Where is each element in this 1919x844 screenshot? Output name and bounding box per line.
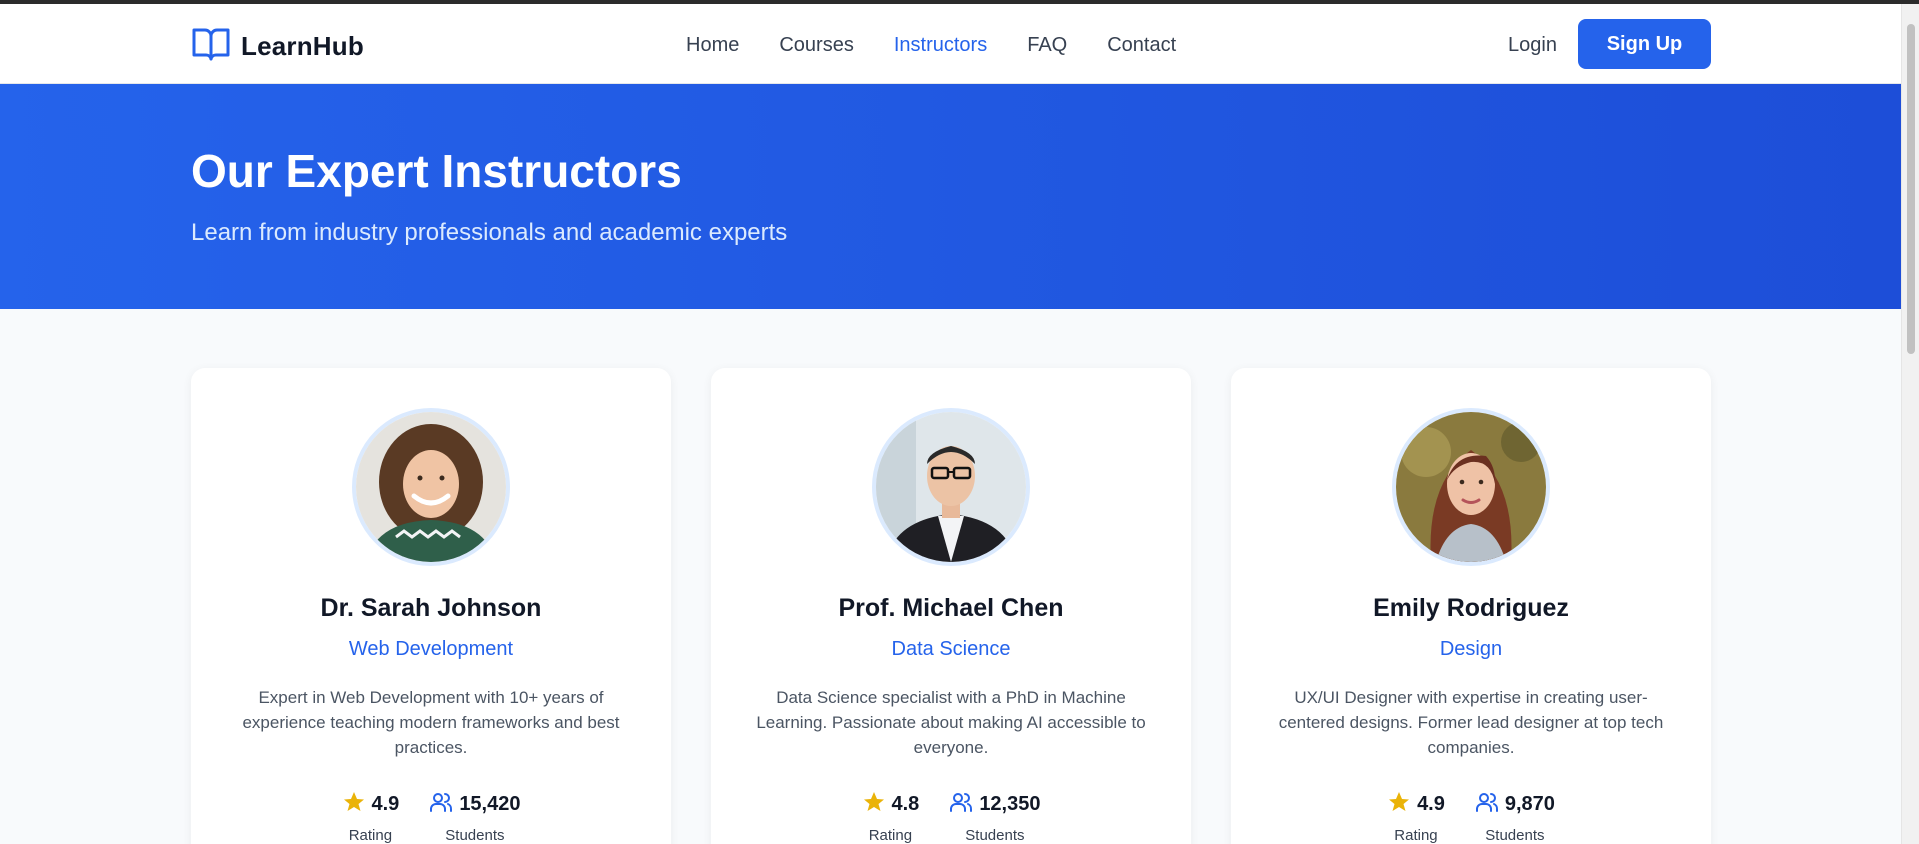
nav-contact[interactable]: Contact: [1107, 34, 1176, 57]
instructor-stats: 4.9 Rating 15,420 Students: [191, 790, 671, 844]
rating-value: 4.8: [891, 793, 920, 815]
instructor-name: Dr. Sarah Johnson: [320, 594, 542, 622]
avatar: [352, 408, 510, 566]
nav-courses[interactable]: Courses: [779, 34, 853, 57]
book-icon: [191, 26, 231, 67]
students-value: 9,870: [1504, 793, 1555, 815]
rating-value: 4.9: [371, 793, 400, 815]
students-label: Students: [1485, 827, 1545, 844]
star-icon: [1387, 790, 1411, 819]
nav-home[interactable]: Home: [686, 34, 739, 57]
instructor-specialty[interactable]: Data Science: [711, 638, 1191, 661]
students-label: Students: [445, 827, 505, 844]
hero-banner: Our Expert Instructors Learn from indust…: [0, 84, 1901, 309]
students-stat: 9,870 Students: [1475, 790, 1555, 844]
avatar-photo-woman-curly: [356, 412, 506, 562]
instructor-specialty[interactable]: Design: [1231, 638, 1711, 661]
students-value: 15,420: [459, 793, 521, 815]
nav-faq[interactable]: FAQ: [1027, 34, 1067, 57]
instructor-stats: 4.8 Rating 12,350 Students: [711, 790, 1191, 844]
login-link[interactable]: Login: [1508, 34, 1557, 57]
page-title: Our Expert Instructors: [191, 145, 682, 197]
instructor-card[interactable]: Dr. Sarah Johnson Web Development Expert…: [191, 368, 671, 844]
students-stat: 15,420 Students: [429, 790, 520, 844]
instructor-name: Emily Rodriguez: [1373, 594, 1569, 622]
instructor-card[interactable]: Prof. Michael Chen Data Science Data Sci…: [711, 368, 1191, 844]
rating-value: 4.9: [1417, 793, 1445, 815]
instructor-grid: Dr. Sarah Johnson Web Development Expert…: [191, 368, 1711, 844]
signup-button[interactable]: Sign Up: [1578, 19, 1711, 69]
avatar-photo-woman-long-hair: [1396, 412, 1546, 562]
instructor-bio: Expert in Web Development with 10+ years…: [242, 688, 620, 757]
users-icon: [429, 790, 453, 819]
instructor-bio: Data Science specialist with a PhD in Ma…: [756, 688, 1146, 757]
avatar-photo-man-glasses: [876, 412, 1026, 562]
page-scrollbar[interactable]: [1901, 4, 1919, 844]
site-header: LearnHub Home Courses Instructors FAQ Co…: [0, 4, 1901, 84]
students-value: 12,350: [979, 793, 1041, 815]
rating-stat: 4.9 Rating: [342, 790, 400, 844]
avatar: [1392, 408, 1550, 566]
page-subtitle: Learn from industry professionals and ac…: [191, 219, 788, 246]
users-icon: [1475, 790, 1499, 819]
brand-logo[interactable]: LearnHub: [191, 26, 364, 67]
rating-label: Rating: [1394, 827, 1438, 844]
rating-stat: 4.9 Rating: [1387, 790, 1445, 844]
rating-label: Rating: [868, 827, 913, 844]
star-icon: [342, 790, 366, 819]
instructor-bio: UX/UI Designer with expertise in creatin…: [1278, 688, 1664, 757]
avatar: [872, 408, 1030, 566]
scrollbar-thumb[interactable]: [1907, 24, 1915, 354]
instructor-specialty[interactable]: Web Development: [191, 638, 671, 661]
students-label: Students: [965, 827, 1025, 844]
rating-stat: 4.8 Rating: [862, 790, 920, 844]
users-icon: [949, 790, 973, 819]
instructor-stats: 4.9 Rating 9,870 Students: [1231, 790, 1711, 844]
instructor-card[interactable]: Emily Rodriguez Design UX/UI Designer wi…: [1231, 368, 1711, 844]
instructor-name: Prof. Michael Chen: [838, 594, 1064, 622]
star-icon: [862, 790, 886, 819]
rating-label: Rating: [348, 827, 393, 844]
students-stat: 12,350 Students: [949, 790, 1040, 844]
main-nav: Home Courses Instructors FAQ Contact: [686, 34, 1176, 57]
nav-instructors[interactable]: Instructors: [894, 34, 987, 57]
brand-name: LearnHub: [241, 31, 364, 61]
